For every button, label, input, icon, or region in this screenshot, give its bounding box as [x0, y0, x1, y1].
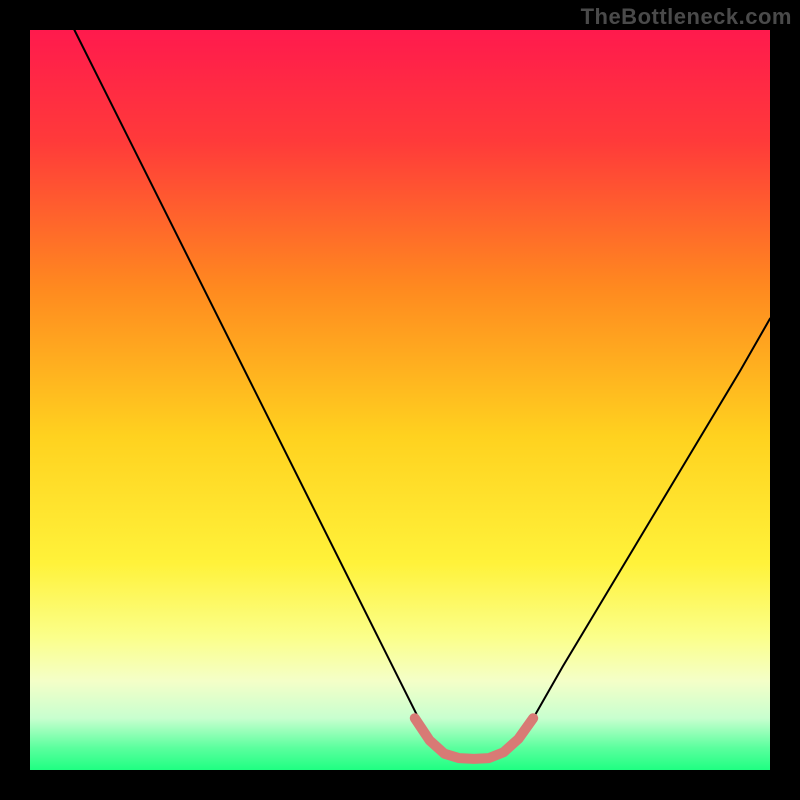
- watermark-label: TheBottleneck.com: [581, 4, 792, 30]
- chart-frame: TheBottleneck.com: [0, 0, 800, 800]
- bottleneck-chart: [0, 0, 800, 800]
- plot-background: [30, 30, 770, 770]
